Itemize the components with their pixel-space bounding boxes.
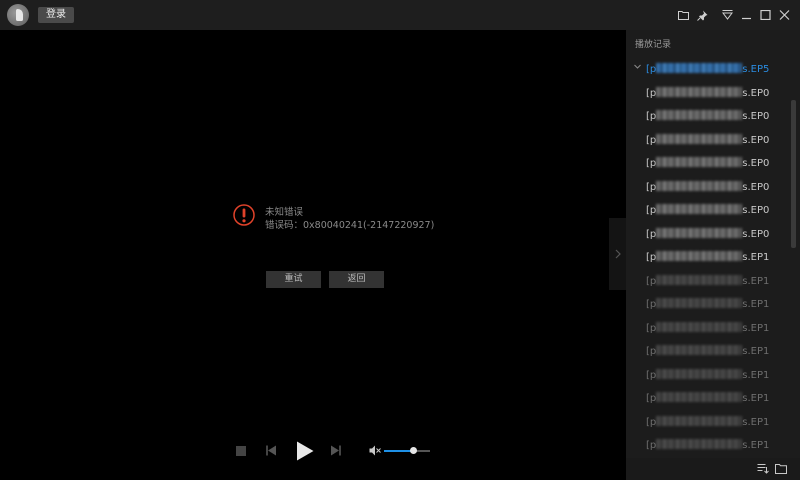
error-code: 错误码：0x80040241(-2147220927) bbox=[265, 220, 435, 231]
playlist-item[interactable]: [p s.EP1 bbox=[626, 293, 788, 316]
playlist-toggle-button[interactable] bbox=[609, 218, 626, 290]
back-button[interactable]: 返回 bbox=[329, 271, 384, 288]
redacted-text bbox=[656, 298, 743, 308]
redacted-text bbox=[656, 63, 743, 73]
error-title: 未知错误 bbox=[265, 207, 304, 218]
playlist-item-label: [p s.EP1 bbox=[646, 392, 770, 404]
volume-slider-handle[interactable] bbox=[409, 447, 417, 454]
redacted-text bbox=[656, 251, 743, 261]
playlist-item[interactable]: [p s.EP0 bbox=[626, 152, 788, 175]
playlist-item-label: [p s.EP0 bbox=[646, 204, 770, 216]
playlist-item-label: [p s.EP5 bbox=[646, 63, 770, 75]
stop-button[interactable] bbox=[236, 446, 246, 456]
playlist-item-label: [p s.EP1 bbox=[646, 321, 770, 334]
close-icon[interactable] bbox=[775, 7, 794, 23]
redacted-text bbox=[656, 345, 743, 355]
next-button[interactable] bbox=[330, 445, 341, 456]
pin-icon[interactable] bbox=[693, 7, 712, 23]
redacted-text bbox=[656, 415, 743, 426]
playlist-item[interactable]: [p s.EP1 bbox=[626, 411, 788, 434]
redacted-text bbox=[656, 439, 743, 449]
window-controls bbox=[674, 7, 794, 23]
playlist-item[interactable]: [p s.EP0 bbox=[626, 82, 788, 105]
login-button[interactable]: 登录 bbox=[38, 7, 74, 23]
redacted-text bbox=[656, 133, 743, 144]
menu-dropdown-icon[interactable] bbox=[718, 7, 737, 23]
playlist-item-label: [p s.EP1 bbox=[646, 298, 770, 310]
playlist-item[interactable]: [p s.EP0 bbox=[626, 199, 788, 222]
playlist-item[interactable]: [p s.EP0 bbox=[626, 129, 788, 152]
playlist-item[interactable]: [p s.EP0 bbox=[626, 105, 788, 128]
playlist-item-label: [p s.EP1 bbox=[646, 251, 770, 263]
playlist-item-label: [p s.EP0 bbox=[646, 110, 770, 122]
playlist-item-label: [p s.EP1 bbox=[646, 415, 770, 428]
playlist-list[interactable]: [p s.EP5 [p s.EP0 [p s.EP0 [p s.EP0 [p s.EP0 [p s.E… bbox=[626, 58, 800, 458]
playlist-item-label: [p s.EP1 bbox=[646, 274, 770, 287]
play-button[interactable] bbox=[295, 440, 315, 462]
playlist-item[interactable]: [p s.EP1 bbox=[626, 387, 788, 410]
player-window: 登录 未知错误 错误码：0x80040241(-2147220927) 重试 返… bbox=[0, 0, 800, 480]
previous-button[interactable] bbox=[266, 445, 277, 456]
playlist-item[interactable]: [p s.EP1 bbox=[626, 434, 788, 457]
playlist-item-label: [p s.EP0 bbox=[646, 86, 770, 99]
retry-button[interactable]: 重试 bbox=[266, 271, 321, 288]
playlist-title: 播放记录 bbox=[635, 40, 672, 50]
video-area[interactable]: 未知错误 错误码：0x80040241(-2147220927) 重试 返回 bbox=[0, 30, 626, 480]
redacted-text bbox=[656, 227, 743, 238]
playlist-scrollbar[interactable] bbox=[791, 100, 796, 248]
playlist-item[interactable]: [p s.EP5 bbox=[626, 58, 788, 81]
playlist-item-label: [p s.EP1 bbox=[646, 345, 770, 357]
playlist-footer bbox=[626, 458, 800, 480]
playlist-item[interactable]: [p s.EP1 bbox=[626, 317, 788, 340]
maximize-icon[interactable] bbox=[756, 7, 775, 23]
error-exclamation-icon bbox=[233, 204, 255, 226]
volume-slider[interactable] bbox=[384, 447, 430, 454]
volume-muted-icon[interactable] bbox=[369, 445, 381, 456]
playlist-sort-icon[interactable] bbox=[757, 463, 769, 474]
playlist-item[interactable]: [p s.EP1 bbox=[626, 246, 788, 269]
redacted-text bbox=[656, 86, 743, 97]
app-logo-icon bbox=[7, 4, 29, 26]
open-folder-icon[interactable] bbox=[674, 7, 693, 23]
playlist-item-label: [p s.EP0 bbox=[646, 180, 770, 193]
playlist-item[interactable]: [p s.EP1 bbox=[626, 340, 788, 363]
redacted-text bbox=[656, 321, 743, 332]
redacted-text bbox=[656, 274, 743, 285]
redacted-text bbox=[656, 368, 743, 379]
playlist-item-label: [p s.EP0 bbox=[646, 133, 770, 146]
playlist-item[interactable]: [p s.EP0 bbox=[626, 223, 788, 246]
playlist-item-label: [p s.EP0 bbox=[646, 157, 770, 169]
playlist-item[interactable]: [p s.EP0 bbox=[626, 176, 788, 199]
playlist-item-label: [p s.EP1 bbox=[646, 439, 770, 451]
redacted-text bbox=[656, 110, 743, 120]
playlist-item-label: [p s.EP0 bbox=[646, 227, 770, 240]
playlist-item[interactable]: [p s.EP1 bbox=[626, 364, 788, 387]
chevron-down-icon[interactable] bbox=[634, 64, 641, 70]
redacted-text bbox=[656, 204, 743, 214]
redacted-text bbox=[656, 157, 743, 167]
playlist-panel: 播放记录 [p s.EP5 [p s.EP0 [p s.EP0 [p s.EP0 [p s.EP0… bbox=[626, 30, 800, 480]
minimize-icon[interactable] bbox=[737, 7, 756, 23]
playlist-item-label: [p s.EP1 bbox=[646, 368, 770, 381]
redacted-text bbox=[656, 180, 743, 191]
redacted-text bbox=[656, 392, 743, 402]
add-folder-icon[interactable] bbox=[775, 463, 787, 474]
volume-slider-fill bbox=[384, 450, 413, 452]
playlist-item[interactable]: [p s.EP1 bbox=[626, 270, 788, 293]
chevron-right-icon bbox=[615, 249, 621, 259]
title-bar: 登录 bbox=[0, 0, 800, 30]
